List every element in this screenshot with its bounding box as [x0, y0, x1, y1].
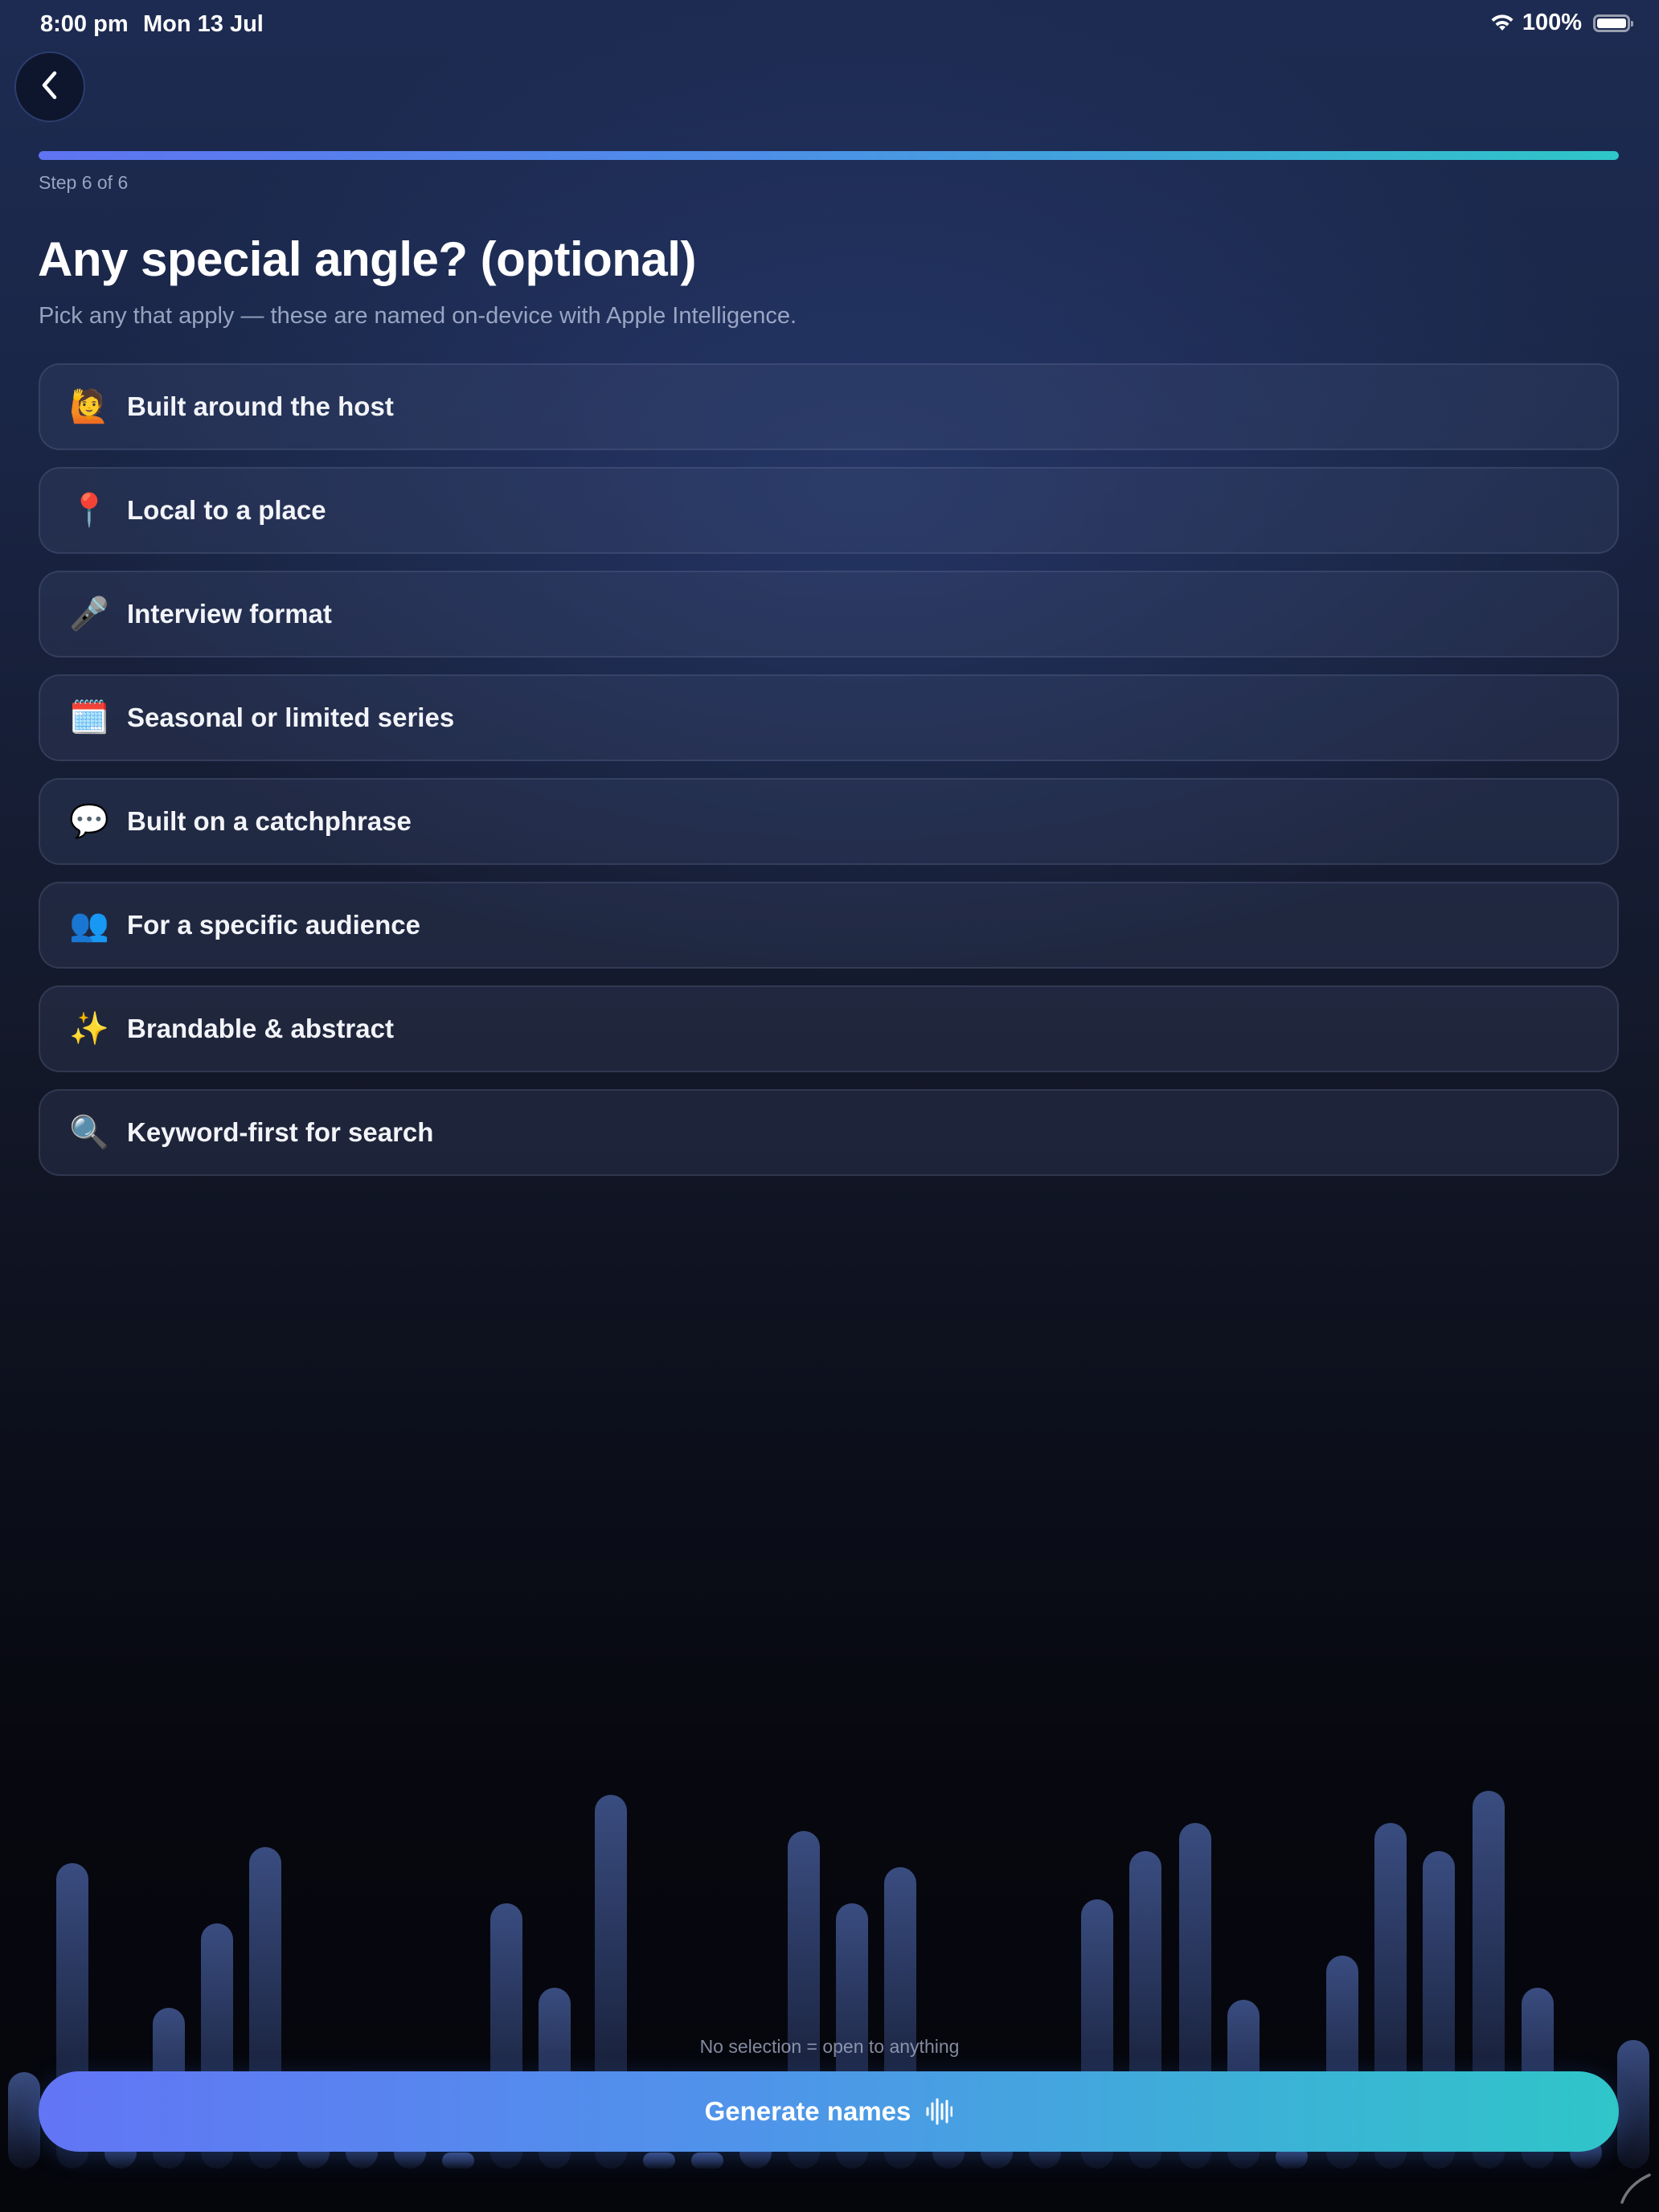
option-label: Seasonal or limited series: [127, 703, 455, 732]
equalizer-bar: [643, 2153, 675, 2169]
round-pushpin-icon: 📍: [69, 493, 109, 528]
option-built-around-host[interactable]: 🙋 Built around the host: [39, 363, 1619, 450]
generate-button-label: Generate names: [704, 2096, 911, 2126]
chevron-left-icon: [39, 69, 61, 105]
option-catchphrase[interactable]: 💬 Built on a catchphrase: [39, 778, 1619, 865]
status-indicators: 100%: [1490, 10, 1633, 36]
resize-handle-icon[interactable]: [1617, 2170, 1653, 2206]
option-label: Local to a place: [127, 495, 326, 525]
microphone-icon: 🎤: [69, 596, 109, 632]
option-specific-audience[interactable]: 👥 For a specific audience: [39, 882, 1619, 969]
wifi-icon: [1490, 14, 1514, 33]
status-time: 8:00 pm: [40, 11, 129, 37]
calendar-icon: 🗓️: [69, 700, 109, 735]
option-label: Built around the host: [127, 391, 394, 421]
generate-names-button[interactable]: Generate names: [39, 2071, 1619, 2152]
speech-bubble-icon: 💬: [69, 804, 109, 839]
waveform-icon: [925, 2097, 953, 2126]
option-local-to-place[interactable]: 📍 Local to a place: [39, 467, 1619, 554]
progress-fill: [39, 151, 1619, 160]
status-bar: 8:00 pm Mon 13 Jul 100%: [0, 0, 1659, 51]
equalizer-bar: [691, 2153, 723, 2169]
option-seasonal-series[interactable]: 🗓️ Seasonal or limited series: [39, 674, 1619, 761]
option-label: Keyword-first for search: [127, 1117, 434, 1147]
equalizer-bar: [8, 2072, 40, 2169]
option-interview-format[interactable]: 🎤 Interview format: [39, 571, 1619, 657]
status-date: Mon 13 Jul: [143, 11, 264, 37]
option-label: Interview format: [127, 599, 332, 629]
people-icon: 👥: [69, 907, 109, 943]
page-title: Any special angle? (optional): [38, 232, 696, 286]
equalizer-bar: [1617, 2040, 1649, 2169]
battery-icon: [1593, 14, 1633, 32]
selection-hint: No selection = open to anything: [699, 2036, 960, 2057]
sparkles-icon: ✨: [69, 1011, 109, 1047]
page-subtitle: Pick any that apply — these are named on…: [39, 303, 797, 329]
angle-options-list: 🙋 Built around the host 📍 Local to a pla…: [39, 363, 1619, 1193]
equalizer-bar: [442, 2153, 474, 2169]
option-label: For a specific audience: [127, 910, 420, 940]
option-brandable-abstract[interactable]: ✨ Brandable & abstract: [39, 985, 1619, 1072]
magnifying-glass-icon: 🔍: [69, 1115, 109, 1150]
option-keyword-first[interactable]: 🔍 Keyword-first for search: [39, 1089, 1619, 1176]
back-button[interactable]: [16, 53, 84, 121]
step-label: Step 6 of 6: [39, 172, 129, 193]
option-label: Built on a catchphrase: [127, 806, 412, 836]
option-label: Brandable & abstract: [127, 1014, 394, 1043]
person-raising-hand-icon: 🙋: [69, 389, 109, 424]
battery-percentage: 100%: [1522, 10, 1582, 35]
progress-bar: [39, 151, 1619, 160]
